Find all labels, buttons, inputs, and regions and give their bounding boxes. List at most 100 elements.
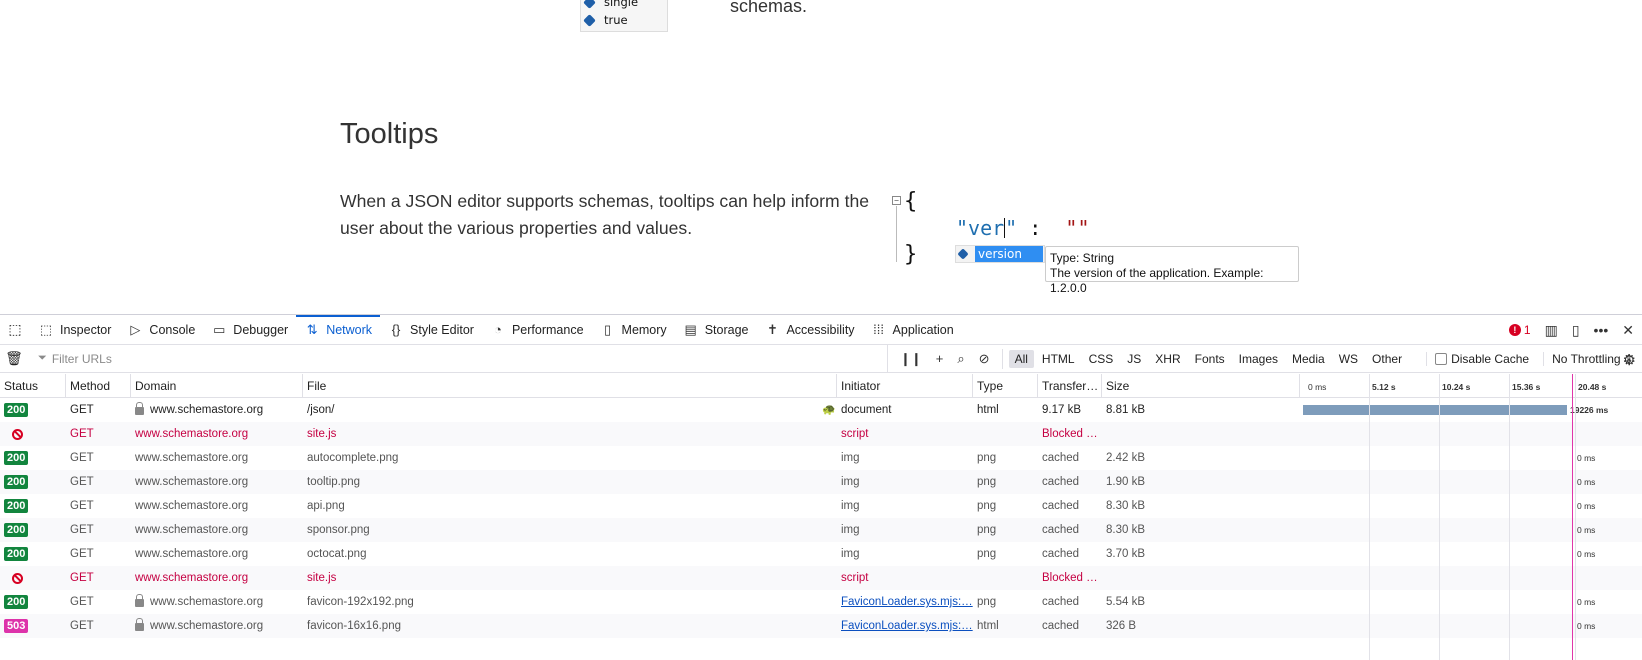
code-line[interactable]: "ver" : "" [956,216,1090,240]
cell-method: GET [66,446,131,470]
autocomplete-item[interactable]: true [581,11,667,29]
domain-text: www.schemastore.org [150,404,264,416]
responsive-mode-icon[interactable]: ▯ [1572,322,1580,339]
column-header-method[interactable]: Method [66,374,131,397]
type-filter-xhr[interactable]: XHR [1149,350,1186,368]
type-filter-css[interactable]: CSS [1083,350,1120,368]
tab-console[interactable]: ▷ Console [119,315,203,344]
add-icon[interactable]: + [936,351,944,366]
method-text: GET [70,524,94,536]
tab-label: Application [892,322,954,337]
block-icon[interactable]: ⊘ [979,351,990,367]
storage-icon: ▤ [684,321,697,337]
table-row[interactable]: 503 GET www.schemastore.org favicon-16x16.p… [0,614,1642,638]
cell-transfer: cached [1038,470,1102,494]
tab-network[interactable]: ⇅ Network [296,315,380,344]
suggestion-label: version [975,246,1043,262]
transfer-text: Blocked … [1042,428,1098,440]
type-filter-html[interactable]: HTML [1036,350,1081,368]
status-badge: 200 [4,475,29,489]
blocked-icon [12,572,23,584]
tab-inspector[interactable]: ⬚ Inspector [30,315,119,344]
file-text: favicon-192x192.png [307,596,414,608]
tab-application[interactable]: ⁞⁞⁞ Application [863,315,962,344]
more-options-icon[interactable]: ••• [1594,322,1609,338]
cell-transfer: cached [1038,542,1102,566]
tab-performance[interactable]: ◔ Performance [482,315,592,344]
cell-domain: www.schemastore.org [131,542,303,566]
cell-initiator: img [837,542,973,566]
table-row[interactable]: GET www.schemastore.org site.js script Block… [0,422,1642,446]
column-header-transfer[interactable]: Transfer… [1038,374,1102,397]
cell-status [0,422,66,446]
tab-storage[interactable]: ▤ Storage [675,315,757,344]
table-header: Status Method Domain File Initiator Type Trans… [0,374,1642,398]
autocomplete-suggestion[interactable]: version [955,245,1045,263]
filter-icon: ⏷ [38,352,47,364]
table-row[interactable]: 200 GET www.schemastore.org autocomplete.pn… [0,446,1642,470]
transfer-text: cached [1042,620,1080,632]
pause-icon[interactable]: ❙❙ [900,351,922,367]
tab-label: Performance [511,322,584,337]
cell-transfer: Blocked … [1038,566,1102,590]
column-header-domain[interactable]: Domain [131,374,303,397]
type-filter-all[interactable]: All [1008,349,1034,368]
column-header-status[interactable]: Status [0,374,66,397]
type-filter-ws[interactable]: WS [1333,350,1364,368]
element-picker-icon[interactable]: ⬚ [0,315,30,344]
size-text: 3.70 kB [1106,548,1145,560]
close-icon[interactable]: ✕ [1622,322,1634,339]
file-text: api.png [307,500,345,512]
disable-cache-toggle[interactable]: Disable Cache [1426,351,1529,366]
transfer-text: cached [1042,500,1080,512]
tab-debugger[interactable]: ▭ Debugger [203,315,296,344]
table-row[interactable]: 200 GET www.schemastore.org api.png img png ca… [0,494,1642,518]
size-text: 2.42 kB [1106,452,1145,464]
table-row[interactable]: 200 GET www.schemastore.org sponsor.png img p… [0,518,1642,542]
column-header-initiator[interactable]: Initiator [837,374,973,397]
property-icon [957,248,969,260]
type-text: html [977,404,999,416]
type-filter-other[interactable]: Other [1366,350,1408,368]
waterfall-header: 0 ms 5.12 s 10.24 s 15.36 s 20.48 s [1302,374,1642,398]
cell-domain: www.schemastore.org [131,446,303,470]
column-header-size[interactable]: Size [1102,374,1300,397]
cell-size: 8.30 kB [1102,518,1300,542]
initiator-link[interactable]: FaviconLoader.sys.mjs:… [841,620,973,632]
initiator-link[interactable]: FaviconLoader.sys.mjs:… [841,596,973,608]
tab-label: Accessibility [786,322,855,337]
blocked-icon [12,428,23,440]
filter-urls-input[interactable]: ⏷ Filter URLs [28,344,888,373]
tooltip-type: Type: String [1050,251,1115,265]
cell-file: /json/ [303,398,837,422]
disable-cache-checkbox[interactable] [1435,352,1448,365]
table-row[interactable]: 200 GET www.schemastore.org octocat.png img p… [0,542,1642,566]
split-console-icon[interactable]: ▥ [1545,322,1558,339]
tab-memory[interactable]: ▯ Memory [592,315,675,344]
column-header-file[interactable]: File [303,374,837,397]
table-row[interactable]: 200 GET www.schemastore.org favicon-192x192… [0,590,1642,614]
column-header-type[interactable]: Type [973,374,1038,397]
type-filter-fonts[interactable]: Fonts [1189,350,1231,368]
type-filter-images[interactable]: Images [1233,350,1284,368]
throttling-select[interactable]: No Throttling ⇕ [1543,351,1634,366]
error-count-badge[interactable]: ! 1 [1508,323,1531,337]
type-filter-js[interactable]: JS [1121,350,1147,368]
search-icon[interactable]: ⌕ [957,351,964,367]
waterfall-tick-label: 0 ms [1308,382,1327,392]
type-filter-media[interactable]: Media [1286,350,1331,368]
cell-type: png [973,542,1038,566]
table-row[interactable]: 200 GET www.schemastore.org/json/document h… [0,398,1642,422]
type-text: png [977,452,997,464]
gear-icon[interactable]: ⚙ [1623,351,1636,369]
autocomplete-item[interactable]: single [581,0,667,11]
type-text: html [977,620,999,632]
table-row[interactable]: GET www.schemastore.org site.js script Block… [0,566,1642,590]
tab-label: Inspector [60,322,112,337]
fold-toggle-icon[interactable]: − [892,196,901,205]
tab-accessibility[interactable]: ✝ Accessibility [756,315,862,344]
tab-style-editor[interactable]: {} Style Editor [380,315,482,344]
cell-status: 200 [0,470,66,494]
clear-requests-icon[interactable]: 🗑 [0,350,28,367]
table-row[interactable]: 200 GET www.schemastore.org tooltip.png img p… [0,470,1642,494]
